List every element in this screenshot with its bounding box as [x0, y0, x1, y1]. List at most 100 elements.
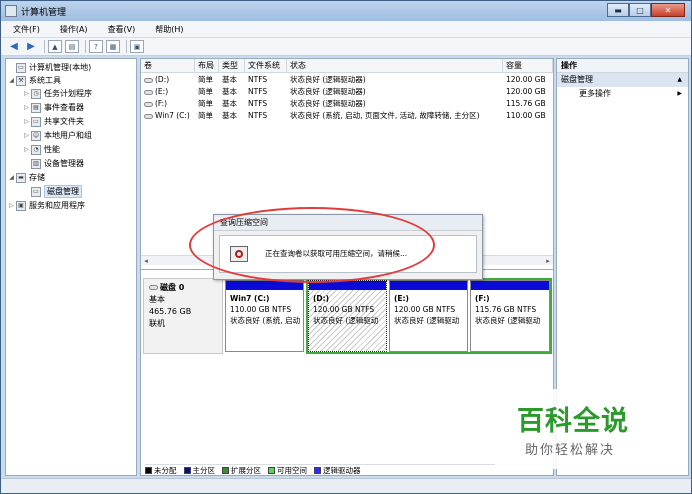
volume-name-cell: Win7 (C:)	[141, 110, 195, 122]
partition-f[interactable]: (F:) 115.76 GB NTFS 状态良好 (逻辑驱动	[470, 280, 550, 352]
volume-icon	[144, 89, 153, 95]
legend-item: 扩展分区	[222, 465, 261, 476]
tree-item-local-users[interactable]: ▷ ☺ 本地用户和组	[23, 129, 92, 142]
type-cell: 基本	[222, 111, 237, 120]
red-highlight-ellipse	[189, 207, 435, 283]
close-button[interactable]: ✕	[651, 3, 685, 17]
collapse-arrow-icon[interactable]: ◢	[8, 77, 15, 84]
maximize-button[interactable]: □	[629, 3, 651, 17]
title-bar[interactable]: 计算机管理 ▬ □ ✕	[1, 1, 691, 21]
expand-arrow-icon[interactable]: ▷	[23, 146, 30, 153]
column-header-layout[interactable]: 布局	[195, 59, 219, 73]
scroll-right-icon[interactable]: ▸	[543, 256, 553, 266]
computer-management-icon	[5, 5, 17, 17]
window-controls: ▬ □ ✕	[607, 3, 685, 17]
menu-help[interactable]: 帮助(H)	[143, 24, 191, 35]
column-header-type[interactable]: 类型	[219, 59, 245, 73]
expand-arrow-icon[interactable]: ▷	[8, 202, 15, 209]
column-header-status[interactable]: 状态	[287, 59, 503, 73]
back-arrow-icon[interactable]: ◀	[7, 40, 21, 53]
partition-name: (E:)	[394, 294, 409, 303]
help-icon[interactable]: ?	[89, 40, 103, 53]
tree-item-services-apps[interactable]: ▷ ▣ 服务和应用程序	[8, 199, 85, 212]
partition-name: (D:)	[313, 294, 330, 303]
disk-properties-icon[interactable]: ▣	[130, 40, 144, 53]
tree-item-label: 共享文件夹	[44, 117, 84, 126]
menu-view[interactable]: 查看(V)	[96, 24, 144, 35]
tree-item-root[interactable]: ▭ 计算机管理(本地)	[8, 61, 91, 74]
table-row[interactable]: Win7 (C:) 简单 基本 NTFS 状态良好 (系统, 启动, 页面文件,…	[141, 110, 553, 122]
status-bar	[1, 478, 691, 493]
table-row[interactable]: (F:) 简单 基本 NTFS 状态良好 (逻辑驱动器) 115.76 GB	[141, 98, 553, 110]
actions-section-disk-management[interactable]: 磁盘管理 ▲	[557, 73, 688, 87]
layout-cell: 简单	[198, 75, 213, 84]
tree-item-label: 事件查看器	[44, 103, 84, 112]
disk-graphical-view: 磁盘 0 基本 465.76 GB 联机 Win7 (C:) 110.00 GB…	[141, 269, 553, 475]
expand-arrow-icon[interactable]: ▷	[23, 132, 30, 139]
partition-d[interactable]: (D:) 120.00 GB NTFS 状态良好 (逻辑驱动	[308, 280, 387, 352]
scroll-left-icon[interactable]: ◂	[141, 256, 151, 266]
disk-0-label[interactable]: 磁盘 0 基本 465.76 GB 联机	[143, 278, 223, 354]
tree-item-label: 性能	[44, 145, 60, 154]
watermark-logo: 百科全说 助你轻松解决	[495, 389, 673, 469]
partition-status: 状态良好 (逻辑驱动	[313, 316, 379, 325]
device-manager-icon: ▥	[31, 158, 41, 169]
expand-arrow-icon[interactable]: ▷	[23, 104, 30, 111]
menu-action[interactable]: 操作(A)	[48, 24, 96, 35]
disk-size: 465.76 GB	[149, 307, 192, 316]
volume-list-header: 卷 布局 类型 文件系统 状态 容量	[141, 59, 553, 73]
partition-color-bar	[390, 281, 467, 290]
menu-file[interactable]: 文件(F)	[1, 24, 48, 35]
disk-type: 基本	[149, 295, 165, 304]
more-actions-item[interactable]: 更多操作 ▶	[557, 87, 688, 101]
layout-cell: 简单	[198, 87, 213, 96]
disk-status: 联机	[149, 319, 165, 328]
legend-swatch	[222, 466, 229, 474]
collapse-arrow-icon[interactable]: ◢	[8, 174, 15, 181]
expand-arrow-icon[interactable]: ▷	[23, 118, 30, 125]
legend-swatch	[268, 466, 275, 474]
tree-item-system-tools[interactable]: ◢ ⚒ 系统工具	[8, 74, 61, 87]
column-header-filesystem[interactable]: 文件系统	[245, 59, 287, 73]
layout-cell: 简单	[198, 111, 213, 120]
tree-item-label: 设备管理器	[44, 159, 84, 168]
status-cell: 状态良好 (逻辑驱动器)	[290, 87, 366, 96]
partition-color-bar	[471, 281, 549, 290]
partition-size: 120.00 GB NTFS	[313, 305, 375, 314]
legend-item: 未分配	[145, 465, 177, 476]
tree-item-storage[interactable]: ◢ ▬ 存储	[8, 171, 45, 184]
partition-e[interactable]: (E:) 120.00 GB NTFS 状态良好 (逻辑驱动	[389, 280, 468, 352]
status-cell: 状态良好 (逻辑驱动器)	[290, 99, 366, 108]
capacity-cell: 120.00 GB	[506, 75, 546, 84]
properties-icon[interactable]: ▦	[106, 40, 120, 53]
column-header-volume[interactable]: 卷	[141, 59, 195, 73]
partition-c[interactable]: Win7 (C:) 110.00 GB NTFS 状态良好 (系统, 启动	[225, 280, 304, 352]
tree-item-performance[interactable]: ▷ ◔ 性能	[23, 143, 60, 156]
layout-cell: 简单	[198, 99, 213, 108]
table-row[interactable]: (D:) 简单 基本 NTFS 状态良好 (逻辑驱动器) 120.00 GB	[141, 74, 553, 86]
tree-item-device-manager[interactable]: ▥ 设备管理器	[23, 157, 84, 170]
disk-name: 磁盘 0	[149, 282, 217, 294]
tree-item-event-viewer[interactable]: ▷ ▤ 事件查看器	[23, 101, 84, 114]
forward-arrow-icon[interactable]: ▶	[24, 40, 38, 53]
services-icon: ▣	[16, 200, 26, 211]
capacity-cell: 115.76 GB	[506, 99, 546, 108]
tree-item-disk-management[interactable]: ▭ 磁盘管理	[23, 185, 82, 198]
partition-name: (F:)	[475, 294, 490, 303]
computer-management-window: 计算机管理 ▬ □ ✕ 文件(F) 操作(A) 查看(V) 帮助(H) ◀ ▶ …	[0, 0, 692, 494]
show-tree-icon[interactable]: ▤	[65, 40, 79, 53]
expand-arrow-icon[interactable]: ▷	[23, 90, 30, 97]
collapse-up-icon[interactable]: ▲	[677, 73, 682, 87]
capacity-cell: 120.00 GB	[506, 87, 546, 96]
volume-name-cell: (E:)	[141, 86, 195, 98]
tree-item-task-scheduler[interactable]: ▷ ◷ 任务计划程序	[23, 87, 92, 100]
column-header-capacity[interactable]: 容量	[503, 59, 553, 73]
minimize-button[interactable]: ▬	[607, 3, 629, 17]
tree-item-shared-folders[interactable]: ▷ ▭ 共享文件夹	[23, 115, 84, 128]
users-icon: ☺	[31, 130, 41, 141]
folder-up-icon[interactable]: ▲	[48, 40, 62, 53]
tree-item-label: 系统工具	[29, 76, 61, 85]
partition-size: 120.00 GB NTFS	[394, 305, 456, 314]
performance-icon: ◔	[31, 144, 41, 155]
table-row[interactable]: (E:) 简单 基本 NTFS 状态良好 (逻辑驱动器) 120.00 GB	[141, 86, 553, 98]
